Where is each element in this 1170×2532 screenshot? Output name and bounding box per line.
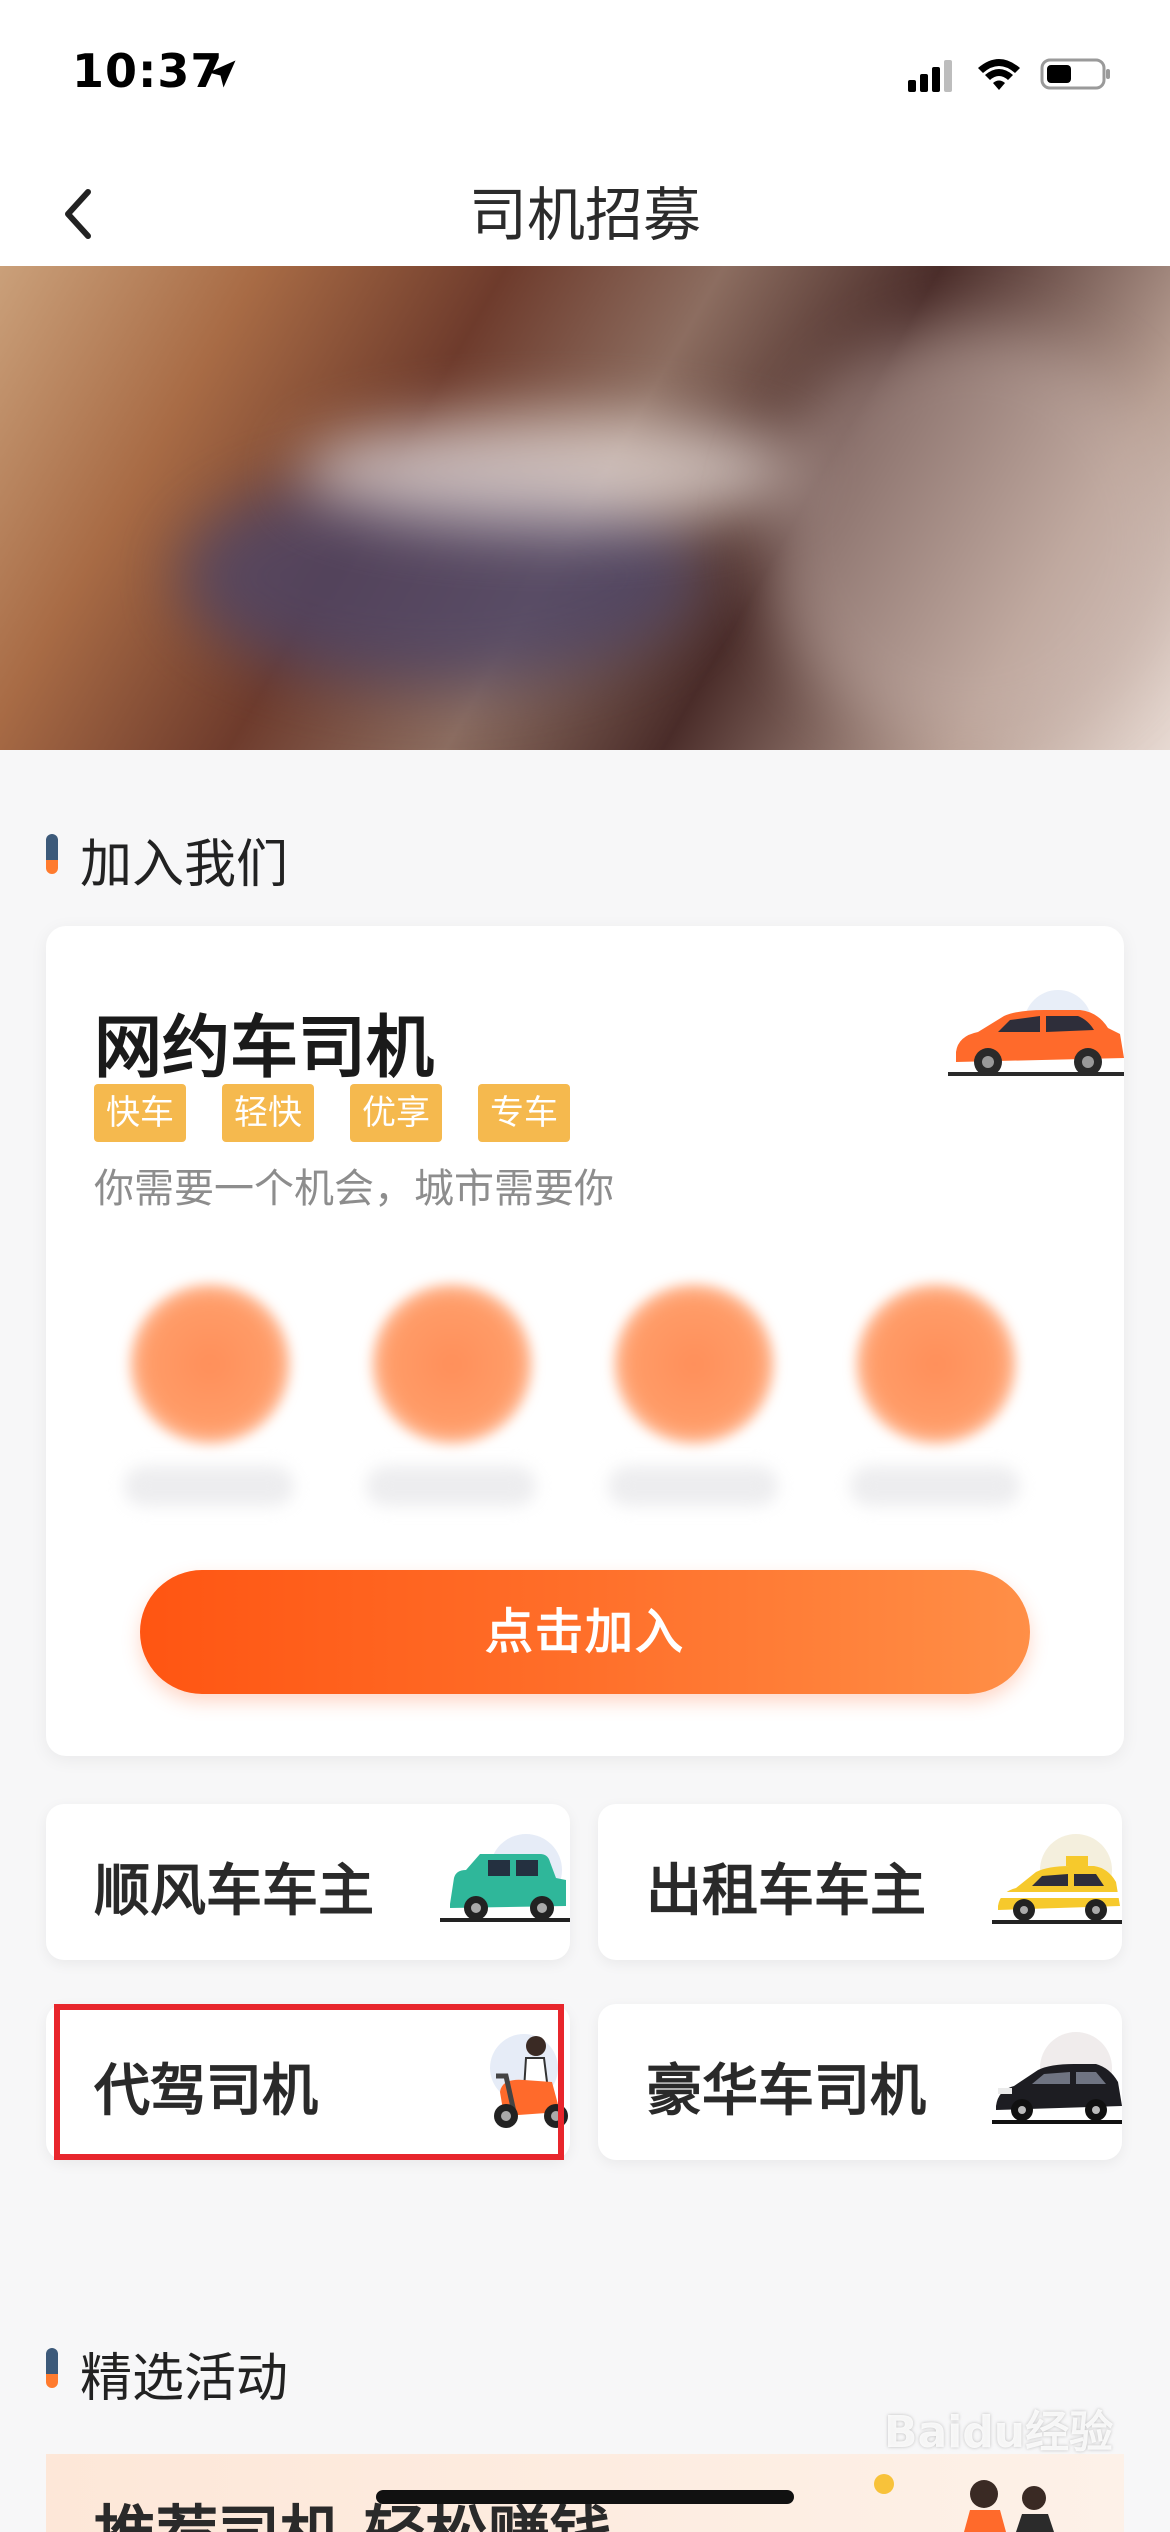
benefit-caption-placeholder [608, 1466, 778, 1506]
status-time: 10:37 [72, 44, 224, 98]
section-title: 精选活动 [80, 2349, 289, 2409]
benefit-caption-placeholder [124, 1466, 294, 1506]
card-label: 代驾司机 [94, 2059, 318, 2124]
taxi-icon [992, 1834, 1122, 1924]
card-label: 豪华车司机 [646, 2059, 926, 2124]
luxury-car-icon [992, 2032, 1122, 2124]
taxi-owner-card[interactable]: 出租车车主 [598, 1804, 1122, 1960]
people-illustration-icon [874, 2474, 1054, 2532]
scooter-rider-icon [490, 2034, 568, 2128]
benefit-icon [614, 1284, 774, 1444]
card-subtitle: 你需要一个机会，城市需要你 [94, 1166, 614, 1212]
navigation-bar: 司机招募 [0, 140, 1170, 266]
designated-driver-card[interactable]: 代驾司机 [46, 2004, 570, 2160]
luxury-car-driver-card[interactable]: 豪华车司机 [598, 2004, 1122, 2160]
card-title: 网约车司机 [94, 1009, 435, 1088]
tag-kuaiche: 快车 [94, 1084, 186, 1142]
banner-blur-shape [760, 326, 1170, 746]
section-marker [46, 834, 58, 874]
benefit-caption-placeholder [366, 1466, 536, 1506]
battery-icon [1040, 58, 1110, 90]
banner-blur-shape [300, 416, 800, 526]
status-bar: 10:37 [0, 0, 1170, 140]
benefit-icon [856, 1284, 1016, 1444]
ride-hailing-driver-card[interactable]: 网约车司机 快车 轻快 优享 专车 你需要一个机会，城市需要你 点击加入 [46, 926, 1124, 1756]
card-label: 顺风车车主 [94, 1859, 374, 1924]
benefit-caption-placeholder [850, 1466, 1020, 1506]
hitch-car-owner-card[interactable]: 顺风车车主 [46, 1804, 570, 1960]
cellular-signal-icon [908, 60, 952, 92]
page-title: 司机招募 [468, 181, 701, 249]
tag-qingkuai: 轻快 [222, 1084, 314, 1142]
card-label: 出租车车主 [646, 1859, 926, 1924]
section-marker [46, 2348, 58, 2388]
join-button[interactable]: 点击加入 [140, 1570, 1030, 1694]
suv-icon [440, 1834, 570, 1922]
benefit-icon [372, 1284, 532, 1444]
orange-car-icon [948, 990, 1124, 1076]
recruitment-banner[interactable] [0, 266, 1170, 750]
section-title: 加入我们 [80, 835, 289, 895]
tag-zhuanche: 专车 [478, 1084, 570, 1142]
location-arrow-icon [208, 60, 236, 88]
home-indicator [376, 2490, 794, 2504]
wifi-icon [978, 59, 1020, 90]
benefit-icon [130, 1284, 290, 1444]
tag-youxiang: 优享 [350, 1084, 442, 1142]
baidu-watermark: Baidu经验 [884, 2407, 1114, 2458]
